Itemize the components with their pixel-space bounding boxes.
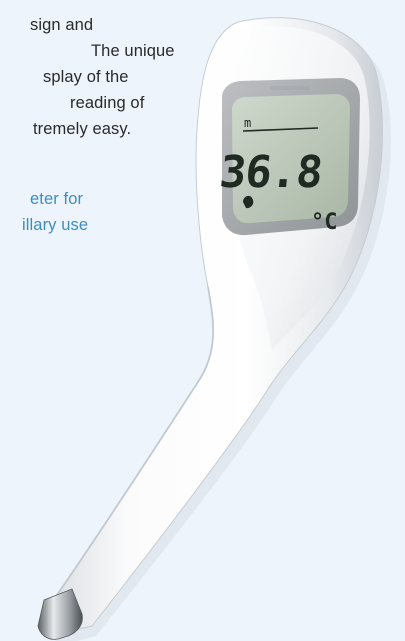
thermometer-image: m 36.8 °C: [37, 17, 391, 641]
lcd-mode-mark: m: [244, 116, 251, 130]
lcd-unit-label: °C: [311, 210, 338, 235]
brand-marking: [270, 86, 310, 90]
lcd-temperature-reading: 36.8: [217, 147, 324, 198]
